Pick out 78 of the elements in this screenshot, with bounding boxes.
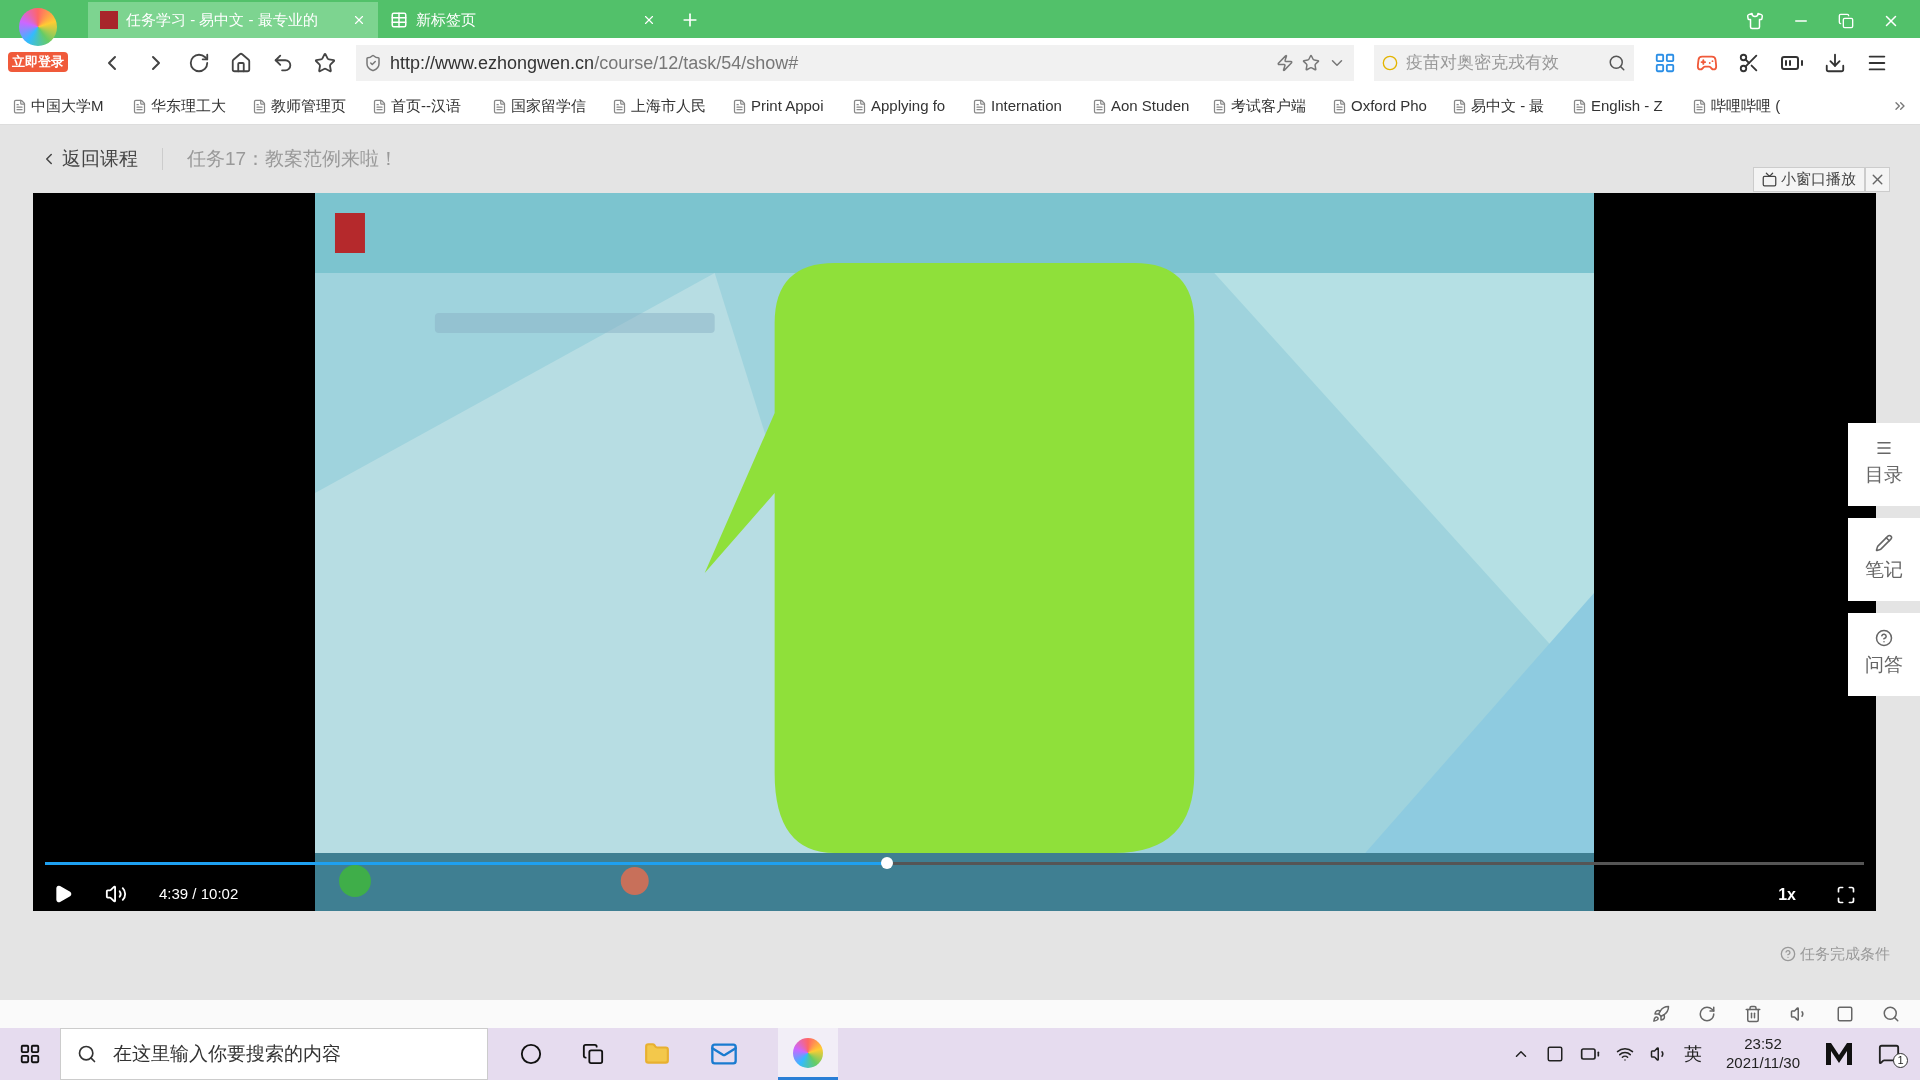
bookmark-item[interactable]: 教师管理页 <box>252 94 355 118</box>
bookmark-item[interactable]: Aon Studen <box>1092 94 1195 118</box>
undo-icon[interactable] <box>272 52 294 74</box>
page-icon <box>1092 98 1107 114</box>
app-logo-icon[interactable] <box>1824 1041 1854 1067</box>
apps-icon[interactable] <box>1654 52 1676 74</box>
shield-icon <box>364 54 382 72</box>
start-icon[interactable] <box>19 1043 41 1065</box>
star-icon[interactable] <box>1302 54 1320 72</box>
notification-count: 1 <box>1893 1053 1908 1068</box>
play-icon[interactable] <box>53 884 73 905</box>
side-tool-button[interactable]: 问答 <box>1848 613 1920 696</box>
progress-track[interactable] <box>45 862 1864 865</box>
bookmark-item[interactable]: Internation <box>972 94 1075 118</box>
task-title: 任务17：教案范例来啦！ <box>187 146 399 171</box>
speed-button[interactable]: 1x <box>1778 883 1796 907</box>
bookmark-item[interactable]: 国家留学信 <box>492 94 595 118</box>
circle-icon[interactable] <box>520 1043 542 1065</box>
grid-icon <box>390 11 408 29</box>
bookmark-item[interactable]: 首页--汉语 <box>372 94 475 118</box>
page-icon <box>1452 98 1467 114</box>
bookmark-item[interactable]: 上海市人民 <box>612 94 715 118</box>
page-icon <box>1692 98 1707 114</box>
bookmark-item[interactable]: Oxford Pho <box>1332 94 1435 118</box>
star-icon[interactable] <box>314 52 336 74</box>
window-icon[interactable] <box>1836 1005 1854 1023</box>
browser-taskbar-icon[interactable] <box>778 1028 838 1080</box>
page-icon <box>492 98 507 114</box>
page-icon <box>972 98 987 114</box>
bookmark-item[interactable]: 考试客户端 <box>1212 94 1315 118</box>
task-view-icon[interactable] <box>582 1043 604 1065</box>
pencil-icon <box>1875 534 1893 553</box>
taskbar-search-field[interactable]: 在这里输入你要搜索的内容 <box>60 1028 488 1080</box>
refresh-icon[interactable] <box>1698 1005 1716 1023</box>
search-logo-icon <box>1382 55 1398 71</box>
trash-icon[interactable] <box>1744 1005 1762 1023</box>
close-icon[interactable] <box>1865 167 1890 192</box>
search-icon[interactable] <box>1882 1005 1900 1023</box>
side-tool-button[interactable]: 目录 <box>1848 423 1920 506</box>
side-tool-button[interactable]: 笔记 <box>1848 518 1920 601</box>
help-icon <box>1780 946 1796 963</box>
page-icon <box>612 98 627 114</box>
page-icon <box>132 98 147 114</box>
page-icon <box>732 98 747 114</box>
back-link[interactable]: 返回课程 <box>40 144 138 174</box>
lightning-icon[interactable] <box>1276 54 1294 72</box>
clock[interactable]: 23:52 2021/11/30 <box>1718 1035 1808 1073</box>
bookmark-item[interactable]: 华东理工大 <box>132 94 235 118</box>
site-logo-icon <box>100 11 118 29</box>
page-icon <box>1212 98 1227 114</box>
home-icon[interactable] <box>230 52 252 74</box>
bookmark-item[interactable]: English - Z <box>1572 94 1675 118</box>
scissors-icon[interactable] <box>1738 52 1760 74</box>
wifi-icon[interactable] <box>1616 1045 1635 1063</box>
download-icon[interactable] <box>1824 52 1846 74</box>
address-field[interactable]: http://www.ezhongwen.cn/course/12/task/54/show# <box>356 45 1354 81</box>
search-icon[interactable] <box>1608 54 1626 72</box>
notifications-icon[interactable] <box>1878 1043 1900 1065</box>
search-icon <box>77 1044 97 1064</box>
bookmark-item[interactable]: Applying fo <box>852 94 955 118</box>
bookmark-item[interactable]: 哔哩哔哩 ( <box>1692 94 1795 118</box>
page-icon <box>1332 98 1347 114</box>
tv-icon <box>1762 172 1777 187</box>
page-icon <box>852 98 867 114</box>
rocket-icon[interactable] <box>1652 1005 1670 1023</box>
mini-player-button[interactable]: 小窗口播放 <box>1753 167 1865 192</box>
fullscreen-icon[interactable] <box>1836 885 1856 905</box>
help-icon <box>1875 629 1893 648</box>
page-icon <box>1572 98 1587 114</box>
time-display: 4:39 / 10:02 <box>159 884 239 904</box>
page-icon <box>12 98 27 114</box>
bookmark-item[interactable]: 易中文 - 最 <box>1452 94 1555 118</box>
bookmark-item[interactable]: 中国大学M <box>12 94 115 118</box>
reload-icon[interactable] <box>188 52 210 74</box>
page-icon <box>252 98 267 114</box>
ime-indicator[interactable]: 英 <box>1684 1040 1703 1068</box>
bookmark-item[interactable]: Print Appoi <box>732 94 835 118</box>
page-icon <box>372 98 387 114</box>
